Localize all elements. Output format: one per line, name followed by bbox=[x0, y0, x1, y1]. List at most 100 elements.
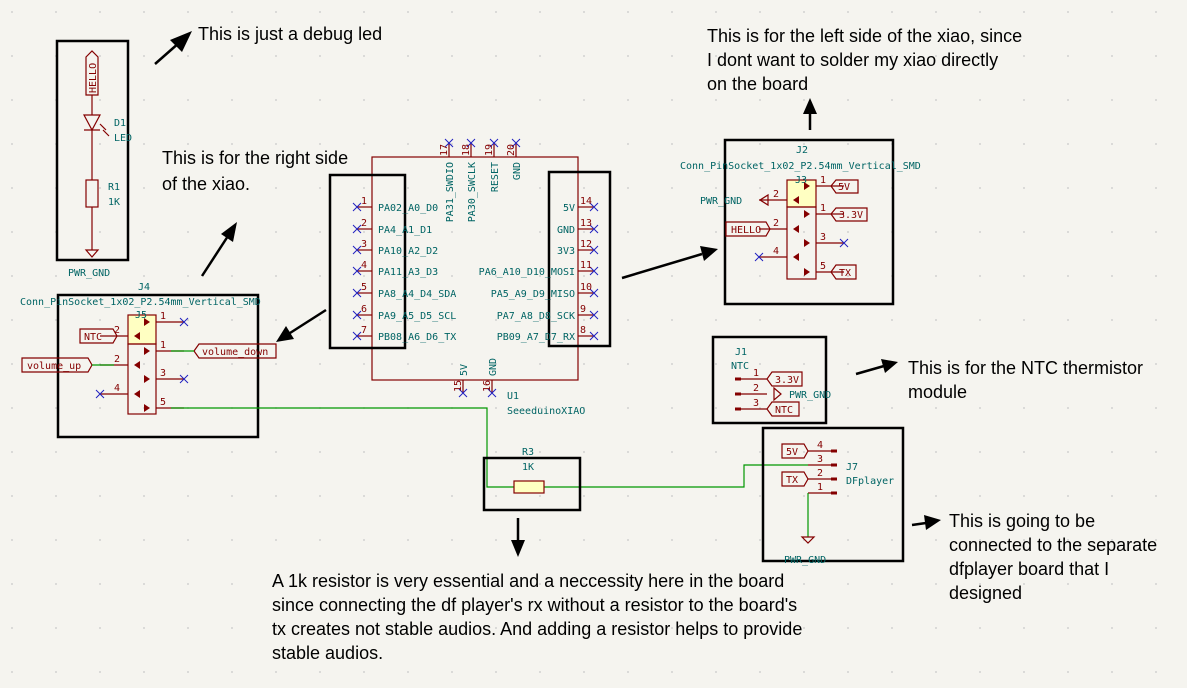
d1-ref: D1 bbox=[114, 118, 126, 129]
ntc-label-text: NTC bbox=[84, 332, 102, 343]
j4-value: Conn_PinSocket_1x02_P2.54mm_Vertical_SMD bbox=[20, 297, 261, 308]
pin-number: 5 bbox=[160, 397, 166, 408]
pwr-gnd-label: PWR_GND bbox=[700, 196, 742, 207]
pin-end bbox=[831, 477, 837, 481]
pin-number: 5 bbox=[361, 282, 367, 293]
3v3-label-text: 3.3V bbox=[839, 210, 863, 221]
note-resistor-1: A 1k resistor is very essential and a ne… bbox=[272, 571, 784, 591]
pin-name: PA9_A5_D5_SCL bbox=[378, 311, 456, 322]
j2-ref: J2 bbox=[796, 145, 808, 156]
r3-symbol bbox=[513, 480, 545, 494]
pin-number: 2 bbox=[753, 383, 759, 394]
volume-down-label-text: volume_down bbox=[202, 347, 268, 358]
note-resistor-4: stable audios. bbox=[272, 643, 383, 663]
5v-label-text: 5V bbox=[838, 182, 850, 193]
pin-number: 3 bbox=[753, 398, 759, 409]
j7-ref: J7 bbox=[846, 462, 858, 473]
tx-label-text: TX bbox=[786, 475, 798, 486]
note-dfplayer-4: designed bbox=[949, 583, 1022, 603]
r3-value: 1K bbox=[522, 462, 534, 473]
pin-number: 4 bbox=[114, 383, 120, 394]
pin-name: GND bbox=[557, 225, 575, 236]
note-right-side-2: of the xiao. bbox=[162, 174, 250, 194]
pin-number: 3 bbox=[820, 232, 826, 243]
note-dfplayer-3: dfplayer board that I bbox=[949, 559, 1109, 579]
pin-number: 4 bbox=[773, 246, 779, 257]
pin-end bbox=[735, 377, 741, 381]
pin-name: PA8_A4_D4_SDA bbox=[378, 289, 456, 300]
pin-name: PA5_A9_D9_MISO bbox=[491, 289, 575, 300]
hello-label-text: HELLO bbox=[731, 225, 761, 236]
pin-end bbox=[735, 407, 741, 411]
pin-name: GND bbox=[488, 358, 499, 376]
pin-number: 2 bbox=[773, 218, 779, 229]
pin-name: PA6_A10_D10_MOSI bbox=[479, 267, 575, 278]
u1-value: SeeeduinoXIAO bbox=[507, 406, 585, 417]
r1-ref: R1 bbox=[108, 182, 120, 193]
pin-name: PA02_A0_D0 bbox=[378, 203, 438, 214]
note-dfplayer-1: This is going to be bbox=[949, 511, 1095, 531]
pin-name: RESET bbox=[490, 162, 501, 192]
pin-end bbox=[831, 463, 837, 467]
pin-number: 4 bbox=[817, 440, 823, 451]
pin-number: 12 bbox=[580, 239, 592, 250]
pin-end bbox=[735, 392, 741, 396]
pin-name: PA10_A2_D2 bbox=[378, 246, 438, 257]
3v3-label-text: 3.3V bbox=[775, 375, 799, 386]
pin-name: 5V bbox=[563, 203, 575, 214]
pin-name: PA7_A8_D8_SCK bbox=[497, 311, 575, 322]
pin-number: 19 bbox=[484, 144, 495, 156]
pin-number: 14 bbox=[580, 196, 592, 207]
note-ntc-2: module bbox=[908, 382, 967, 402]
pin-number: 1 bbox=[753, 368, 759, 379]
pin-number: 1 bbox=[160, 311, 166, 322]
pin-number: 13 bbox=[580, 218, 592, 229]
pin-number: 1 bbox=[820, 203, 826, 214]
pin-name: PA30_SWCLK bbox=[467, 162, 478, 222]
pin-name: PB09_A7_D7_RX bbox=[497, 332, 575, 343]
pin-number: 16 bbox=[482, 380, 493, 392]
pin-number: 4 bbox=[361, 260, 367, 271]
pin-number: 3 bbox=[361, 239, 367, 250]
pin-number: 1 bbox=[160, 340, 166, 351]
pin-name: 5V bbox=[459, 364, 470, 376]
pin-end bbox=[831, 491, 837, 495]
pin-number: 2 bbox=[361, 218, 367, 229]
pin-number: 2 bbox=[773, 189, 779, 200]
d1-value: LED bbox=[114, 133, 132, 144]
schematic-canvas[interactable]: This is just a debug led This is for the… bbox=[0, 0, 1187, 688]
j1-ref: J1 bbox=[735, 347, 747, 358]
note-resistor-2: since connecting the df player's rx with… bbox=[272, 595, 797, 615]
pin-name: PA31_SWDIO bbox=[445, 162, 456, 222]
pwr-gnd-label: PWR_GND bbox=[68, 268, 110, 279]
u1-ref: U1 bbox=[507, 391, 519, 402]
pin-number: 11 bbox=[580, 260, 592, 271]
note-ntc-1: This is for the NTC thermistor bbox=[908, 358, 1143, 378]
pin-number: 6 bbox=[361, 304, 367, 315]
pin-number: 2 bbox=[114, 325, 120, 336]
j4-ref: J4 bbox=[138, 282, 150, 293]
note-resistor-3: tx creates not stable audios. And adding… bbox=[272, 619, 802, 639]
pin-name: PB08_A6_D6_TX bbox=[378, 332, 456, 343]
pin-number: 20 bbox=[506, 144, 517, 156]
r1-value: 1K bbox=[108, 197, 120, 208]
tx-label-text: TX bbox=[839, 268, 851, 279]
pin-name: PA11_A3_D3 bbox=[378, 267, 438, 278]
pin-number: 7 bbox=[361, 325, 367, 336]
j7-value: DFplayer bbox=[846, 476, 894, 487]
pin-number: 2 bbox=[114, 354, 120, 365]
j2-value: Conn_PinSocket_1x02_P2.54mm_Vertical_SMD bbox=[680, 161, 921, 172]
pin-number: 15 bbox=[453, 380, 464, 392]
pin-number: 5 bbox=[820, 261, 826, 272]
note-left-side-2: I dont want to solder my xiao directly bbox=[707, 50, 998, 70]
pin-name: 3V3 bbox=[557, 246, 575, 257]
pin-end bbox=[831, 449, 837, 453]
5v-label-text: 5V bbox=[786, 447, 798, 458]
hello-label-text: HELLO bbox=[88, 63, 99, 93]
r3-ref: R3 bbox=[522, 447, 534, 458]
pin-number: 1 bbox=[820, 175, 826, 186]
pin-number: 2 bbox=[817, 468, 823, 479]
pwr-gnd-label: PWR_GND bbox=[784, 555, 826, 566]
pin-number: 18 bbox=[461, 144, 472, 156]
note-debug-led: This is just a debug led bbox=[198, 24, 382, 44]
